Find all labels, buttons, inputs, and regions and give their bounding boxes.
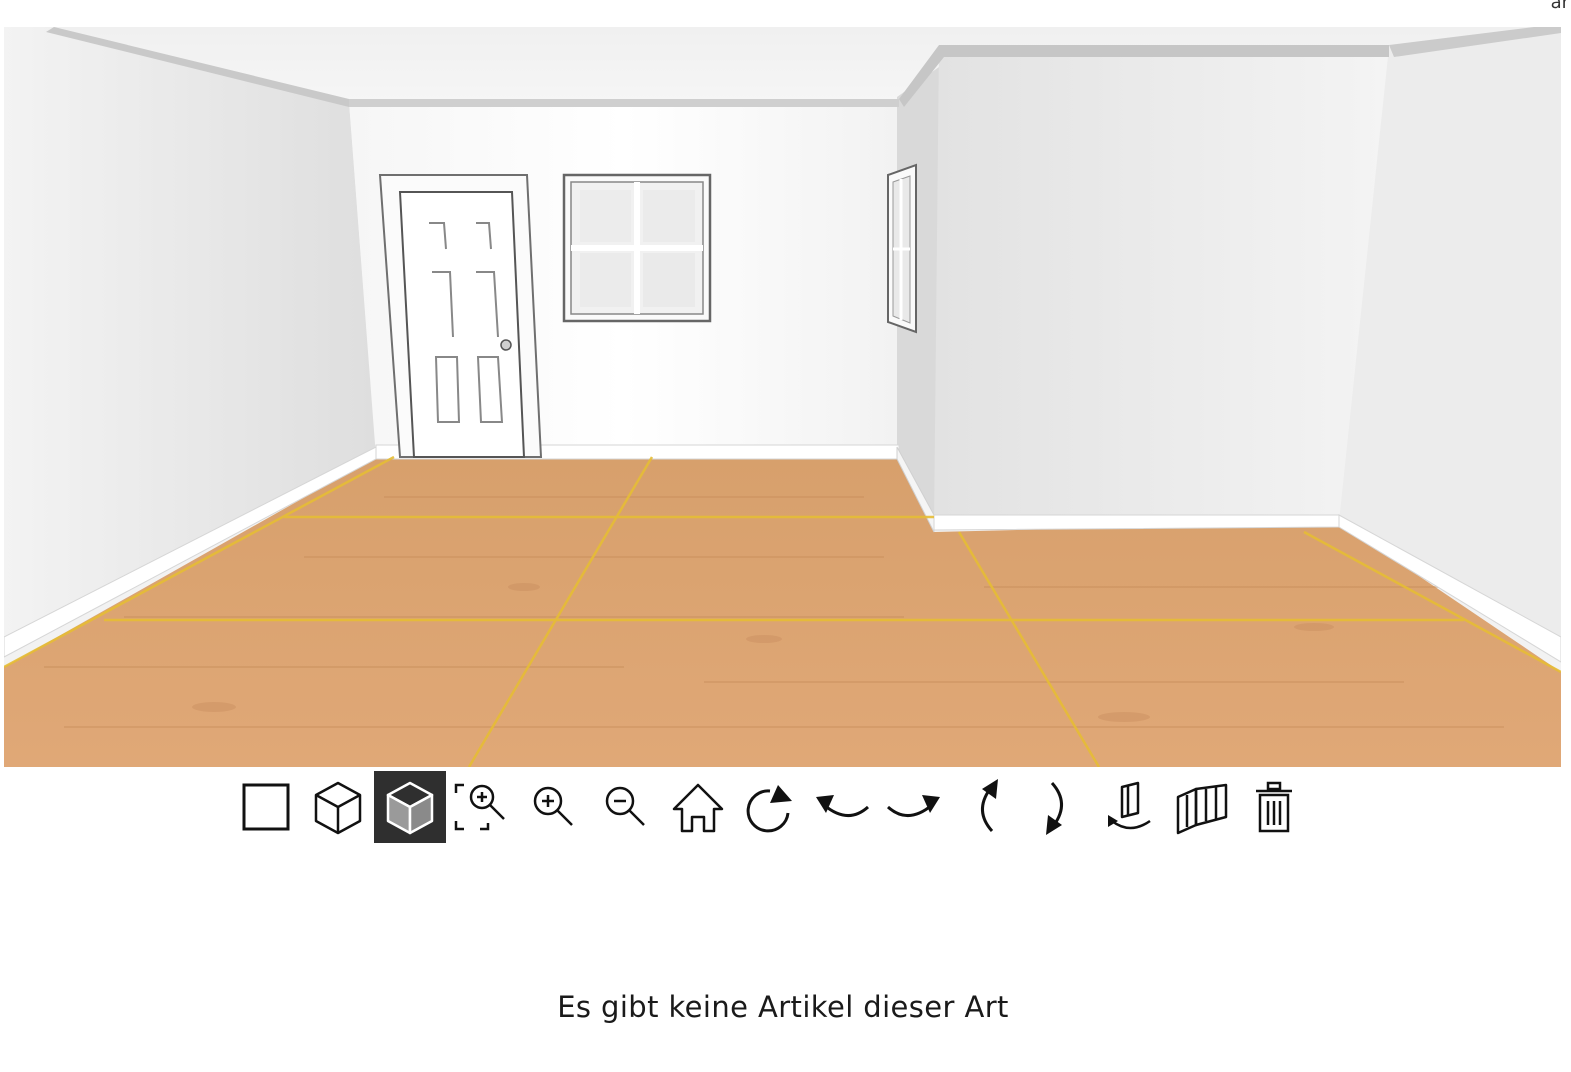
rotate-left-button[interactable] [806,771,878,843]
corner-label: ar [1550,0,1569,13]
zoom-out-icon [605,786,645,826]
home-icon [672,783,724,833]
square-icon [242,783,290,831]
rotate-right-icon [886,795,940,817]
zoom-in-icon [533,786,573,826]
cube-shaded-icon [386,781,434,835]
view-2d-button[interactable] [230,771,302,843]
zoom-in-button[interactable] [518,771,590,843]
walls-icon [1176,783,1228,835]
rotate-left-icon [816,795,870,817]
rotate-reset-icon [746,785,792,833]
rotate-object-icon [1108,781,1151,830]
door [378,174,543,458]
view-3d-shaded-button[interactable] [374,771,446,843]
tilt-up-icon [981,779,998,833]
cube-outline-icon [314,781,362,835]
zoom-fit-button[interactable] [446,771,518,843]
tilt-up-button[interactable] [950,771,1022,843]
home-button[interactable] [662,771,734,843]
rotate-object-button[interactable] [1094,771,1166,843]
walls-view-button[interactable] [1166,771,1238,843]
tilt-down-button[interactable] [1022,771,1094,843]
room-3d-viewport[interactable] [4,27,1561,767]
rotate-right-button[interactable] [878,771,950,843]
delete-button[interactable] [1238,771,1310,843]
zoom-out-button[interactable] [590,771,662,843]
trash-icon [1256,781,1292,833]
zoom-to-fit-icon [454,783,505,831]
room-scene [4,27,1561,767]
empty-items-message: Es gibt keine Artikel dieser Art [557,990,1009,1024]
view-toolbar [230,771,1310,843]
window-side [887,163,917,334]
reset-view-button[interactable] [734,771,806,843]
tilt-down-icon [1046,781,1063,835]
window-back [562,173,712,323]
view-3d-button[interactable] [302,771,374,843]
